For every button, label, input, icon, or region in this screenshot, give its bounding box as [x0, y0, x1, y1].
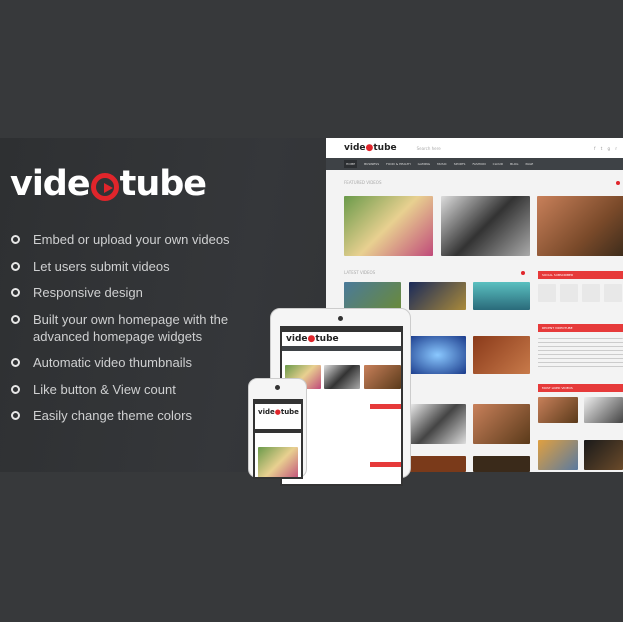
sidebar-heading: MOST LIKED VIDEOS: [538, 384, 623, 392]
sidebar-heading: RECENT VIDEOTUBE: [538, 324, 623, 332]
play-icon: [90, 172, 119, 201]
bullet-icon: [11, 358, 20, 367]
tablet-thumb: [364, 365, 401, 389]
feature-text: Let users submit videos: [33, 258, 170, 274]
nav-item: CLOUD: [492, 162, 504, 166]
phone-logo: vide●tube: [258, 408, 299, 416]
sidebar-thumb[interactable]: [538, 397, 578, 423]
nav-item: BUSINESS: [364, 162, 380, 166]
latest-thumb[interactable]: [409, 336, 466, 374]
featured-thumb[interactable]: [344, 196, 433, 256]
feature-item: Built your own homepage with the advance…: [11, 311, 271, 345]
feature-list: Embed or upload your own videos Let user…: [11, 231, 271, 434]
bullet-icon: [11, 411, 20, 420]
tablet-thumb: [324, 365, 360, 389]
slider-dot: [521, 271, 525, 275]
videotube-logo: vide tube: [10, 164, 207, 204]
mockup-social-icons: f t g r: [594, 145, 619, 151]
latest-thumb[interactable]: [409, 404, 466, 444]
feature-item: Let users submit videos: [11, 258, 271, 275]
nav-item: PAGE: [525, 162, 534, 166]
latest-thumb[interactable]: [344, 282, 401, 310]
nav-item: FOOD & HEALTH: [386, 162, 411, 166]
latest-label: LATEST VIDEOS: [344, 270, 376, 275]
featured-thumb[interactable]: [537, 196, 623, 256]
camera-icon: [275, 385, 280, 390]
logo-text-left: vide: [10, 164, 91, 204]
nav-item: BLOG: [510, 162, 519, 166]
feature-text: Like button & View count: [33, 381, 176, 397]
bullet-icon: [11, 261, 20, 271]
mockup-logo: vide●tube: [344, 143, 397, 153]
feature-text: Easily change theme colors: [33, 408, 192, 423]
tablet-sidebar-bar: [370, 404, 401, 409]
feature-text: Automatic video thumbnails: [33, 355, 192, 370]
nav-item: GAMING: [417, 162, 431, 166]
mockup-header: vide●tube Search here f t g r: [326, 138, 623, 158]
sidebar-text: [538, 338, 623, 368]
latest-thumb[interactable]: [473, 336, 530, 374]
feature-item: Like button & View count: [11, 381, 271, 398]
bullet-icon: [11, 384, 20, 394]
facebook-icon[interactable]: [538, 284, 556, 302]
nav-item: HOME: [344, 160, 358, 168]
feature-item: Easily change theme colors: [11, 407, 271, 424]
mockup-nav: HOME BUSINESS FOOD & HEALTH GAMING MUSIC…: [326, 158, 623, 170]
logo-text-right: tube: [119, 164, 207, 204]
slider-dot: [616, 181, 620, 185]
feature-item: Automatic video thumbnails: [11, 354, 271, 371]
latest-thumb[interactable]: [473, 404, 530, 444]
phone-thumb: [258, 447, 298, 477]
latest-thumb[interactable]: [409, 456, 466, 472]
bullet-icon: [11, 288, 20, 297]
tablet-sidebar-bar: [370, 462, 401, 467]
mockup-search: Search here: [416, 145, 441, 151]
twitter-icon[interactable]: [560, 284, 578, 302]
nav-item: FASHION: [472, 162, 486, 166]
phone-mockup: vide●tube: [248, 378, 307, 479]
feature-item: Responsive design: [11, 284, 271, 301]
feature-text: Embed or upload your own videos: [33, 232, 230, 247]
nav-item: SPORTS: [453, 162, 466, 166]
latest-thumb[interactable]: [409, 282, 466, 310]
feature-item: Embed or upload your own videos: [11, 231, 271, 248]
bullet-icon: [11, 235, 20, 244]
sidebar-thumb[interactable]: [584, 440, 623, 470]
latest-thumb[interactable]: [473, 456, 530, 472]
google-plus-icon[interactable]: [582, 284, 600, 302]
bullet-icon: [11, 314, 20, 324]
tablet-logo: vide●tube: [286, 334, 339, 344]
featured-label: FEATURED VIDEOS: [344, 180, 382, 185]
phone-screen: vide●tube: [253, 399, 303, 479]
sidebar-heading: SOCIAL SUBSCRIBER: [538, 271, 623, 279]
feature-text: Responsive design: [33, 285, 143, 300]
nav-item: MUSIC: [437, 162, 447, 166]
camera-icon: [338, 316, 343, 321]
latest-thumb[interactable]: [473, 282, 530, 310]
rss-icon[interactable]: [604, 284, 622, 302]
featured-thumb[interactable]: [441, 196, 530, 256]
sidebar-thumb[interactable]: [538, 440, 578, 470]
sidebar-thumb[interactable]: [584, 397, 623, 423]
feature-text: Built your own homepage with the advance…: [33, 311, 229, 344]
